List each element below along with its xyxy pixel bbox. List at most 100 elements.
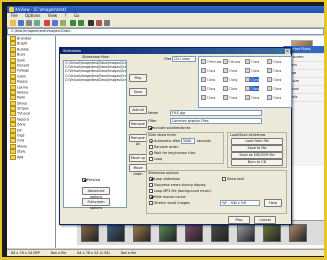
tree-item[interactable]: WM (7, 154, 55, 160)
picker-file-item[interactable]: Cl.jpg (245, 59, 259, 64)
picker-file-item[interactable]: Cl.jpg (267, 59, 281, 64)
zoom-icon[interactable] (88, 20, 94, 26)
forward-icon[interactable] (78, 20, 84, 26)
burn-to-cd-button[interactable]: Burn to CD (231, 159, 283, 166)
picker-file-item[interactable]: Cl.jpg (223, 68, 237, 73)
menu-help[interactable]: ? (64, 13, 66, 18)
file-picker[interactable]: Chaos.jpg Cab.jpg Cl.jpg Cl.jpg Cl.jpg Cl.jpg… (198, 56, 292, 108)
tree-item-label: TVLocal (17, 111, 31, 116)
menu-file[interactable]: File (11, 13, 18, 18)
picker-file-item[interactable]: Cl.jpg (201, 68, 215, 73)
loop-mp3-checkbox[interactable] (149, 189, 153, 193)
automatic-radio[interactable] (149, 139, 153, 143)
show-text-checkbox[interactable] (222, 177, 226, 181)
picker-file-item[interactable]: Cl.jpg (201, 95, 215, 100)
picker-file-item[interactable]: Cl.jpg (245, 95, 259, 100)
preview-label: Preview (87, 178, 101, 182)
cancel-button[interactable]: Cancel (254, 216, 276, 224)
help-button[interactable]: Help (264, 199, 282, 207)
picker-file-item[interactable]: Cl.jpg (267, 86, 281, 91)
picker-file-item[interactable]: Chaos.jpg (201, 59, 221, 64)
menu-go[interactable]: Go (74, 13, 80, 18)
save-icon[interactable] (18, 20, 24, 26)
filmstrip-thumbnail[interactable] (289, 224, 307, 242)
wait-key-radio[interactable] (149, 151, 153, 155)
name-field[interactable]: FILE.jpg (170, 110, 262, 116)
picker-file-item[interactable]: Cl.jpg (223, 77, 237, 82)
tree-item-label: Style (17, 149, 26, 154)
tree-item-label: Grid (17, 138, 25, 143)
picker-file-item[interactable]: Cl.jpg (267, 95, 281, 100)
load-from-file-button[interactable]: Load from file (231, 138, 283, 145)
scan-icon[interactable] (34, 20, 40, 26)
save-button[interactable]: Save (129, 88, 147, 96)
save-to-file-button[interactable]: Save to file (231, 145, 283, 152)
folder-select[interactable]: CD:\ view (172, 56, 196, 62)
menu-options[interactable]: Options (25, 13, 40, 18)
wait-key-label: Wait for key/mouse click (154, 151, 196, 155)
picker-file-item[interactable]: Cl.jpg (245, 86, 260, 91)
tree-item-label: Shoes (17, 101, 28, 106)
picker-file-item[interactable]: Cl.jpg (201, 86, 215, 91)
tree-item-label: Busy (17, 52, 26, 57)
loop-checkbox[interactable] (149, 157, 153, 161)
text-format-input[interactable]: %F - %W x %H (220, 200, 260, 206)
picker-file-item[interactable]: Cl.jpg (267, 68, 281, 73)
fullscreen-options-button[interactable]: Fullscreen options (82, 198, 110, 210)
save-as-exe-button[interactable]: Save as EXE/SCR file (231, 152, 283, 159)
filmstrip-thumbnail[interactable] (107, 224, 125, 242)
filmstrip-thumbnail[interactable] (81, 224, 99, 242)
timer-value-input[interactable]: 5000 (181, 138, 195, 144)
print-icon[interactable] (26, 20, 32, 26)
picker-file-item[interactable]: Cl.jpg (245, 68, 259, 73)
move-up-button[interactable]: Move up (129, 154, 147, 162)
picker-file-item[interactable]: Cl.jpg (245, 77, 260, 82)
loop-slideshow-checkbox[interactable] (149, 177, 153, 181)
path-input[interactable]: C:\test\Images\test\Images\Grab\ (7, 28, 324, 35)
filmstrip-thumbnail[interactable] (211, 224, 229, 242)
suppress-errors-checkbox[interactable] (149, 183, 153, 187)
paste-icon[interactable] (60, 20, 66, 26)
slideshow-file-item[interactable]: C:\Virtual\Image\test\Deco\Images\Grab\ (64, 69, 126, 73)
folder-icon (10, 79, 16, 85)
picker-file-item[interactable]: Cl.jpg (223, 95, 237, 100)
add-all-button[interactable]: Add all (129, 106, 147, 114)
stretch-checkbox[interactable] (149, 201, 153, 205)
filmstrip-thumbnail[interactable] (133, 224, 151, 242)
remove-all-button[interactable]: Remove All (129, 134, 147, 146)
preview-checkbox[interactable] (82, 178, 86, 182)
image-file-icon (201, 77, 206, 82)
move-down-button[interactable]: Move down (129, 164, 147, 176)
back-icon[interactable] (70, 20, 76, 26)
settings-icon[interactable] (104, 20, 110, 26)
play-button[interactable]: Play (129, 74, 147, 82)
filmstrip-thumbnail[interactable] (159, 224, 177, 242)
cut-icon[interactable] (44, 20, 50, 26)
hide-cursor-checkbox[interactable] (149, 195, 153, 199)
folder-icon (10, 89, 16, 95)
slideshow-icon[interactable] (96, 20, 102, 26)
close-icon[interactable]: × (285, 48, 290, 54)
picker-file-item[interactable]: Cl.jpg (267, 77, 281, 82)
picker-file-item[interactable]: Cab.jpg (223, 59, 240, 64)
filmstrip-thumbnail[interactable] (237, 224, 255, 242)
advanced-options-button[interactable]: Advanced options (82, 187, 110, 199)
picker-label: Files (164, 57, 172, 61)
play-dialog-button[interactable]: Play (228, 216, 250, 224)
automatic-label: Automatic after (154, 139, 181, 143)
picker-file-item[interactable]: Cl.jpg (201, 77, 215, 82)
filmstrip-thumbnail[interactable] (185, 224, 203, 242)
include-subdirectories-checkbox[interactable] (148, 126, 152, 130)
slideshow-file-item[interactable]: C:\Virtual\Image\test\Deco\Images\Grab\ (64, 78, 126, 82)
menu-view[interactable]: View (48, 13, 58, 18)
random-order-checkbox[interactable] (149, 145, 153, 149)
filmstrip-thumbnail[interactable] (263, 224, 281, 242)
picker-file-item[interactable]: Cl.jpg (223, 86, 237, 91)
slideshow-file-list[interactable]: C:\Virtual\Image\test\Deco\Images\Grab\ C… (63, 60, 127, 208)
open-folder-icon[interactable] (10, 20, 16, 26)
folder-icon (10, 143, 16, 149)
filter-select[interactable]: Common graphic Files (170, 118, 262, 124)
tree-item-label: Movie (17, 144, 28, 149)
copy-icon[interactable] (52, 20, 58, 26)
remove-button[interactable]: Remove (129, 120, 147, 128)
